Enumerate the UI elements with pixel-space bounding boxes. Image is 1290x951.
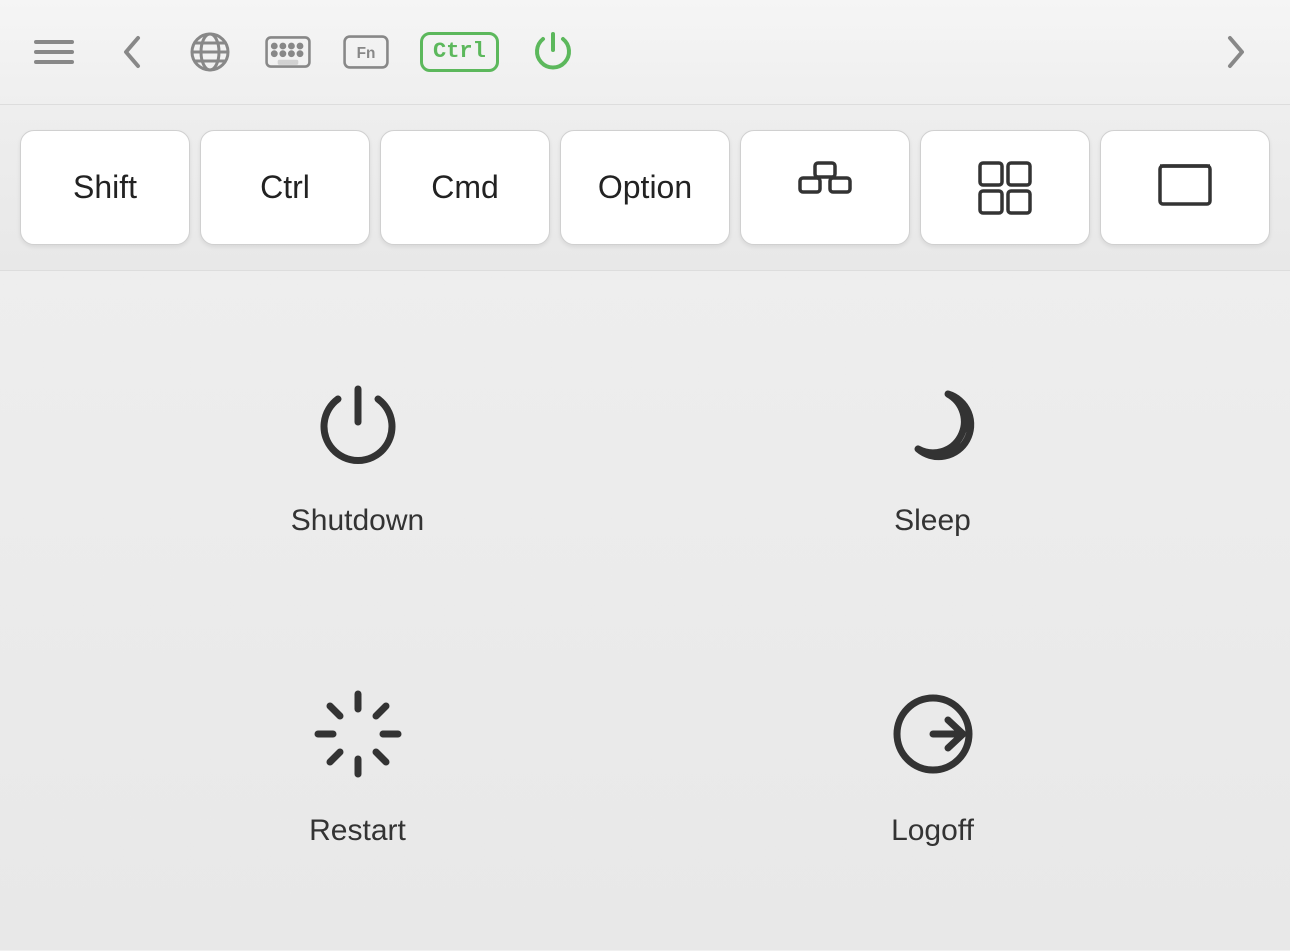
fn-key-icon[interactable]: Fn: [342, 28, 390, 76]
cmd-key-button[interactable]: Cmd: [380, 130, 550, 245]
logoff-action[interactable]: Logoff: [883, 684, 983, 848]
shutdown-label: Shutdown: [291, 504, 424, 538]
shutdown-action[interactable]: Shutdown: [291, 374, 424, 538]
sleep-action[interactable]: Sleep: [883, 374, 983, 538]
toolbar: Fn Ctrl: [0, 0, 1290, 105]
app-windows-key-button[interactable]: [920, 130, 1090, 245]
globe-icon[interactable]: [186, 28, 234, 76]
ctrl-key-icon[interactable]: Ctrl: [420, 32, 499, 72]
power-icon[interactable]: [529, 28, 577, 76]
chevron-right-icon[interactable]: [1212, 28, 1260, 76]
sleep-label: Sleep: [894, 504, 971, 538]
mission-control-key-button[interactable]: [740, 130, 910, 245]
option-key-button[interactable]: Option: [560, 130, 730, 245]
key-row: Shift Ctrl Cmd Option: [0, 105, 1290, 271]
chevron-left-icon[interactable]: [108, 28, 156, 76]
hamburger-menu-button[interactable]: [30, 28, 78, 76]
svg-text:Fn: Fn: [357, 45, 376, 62]
shift-key-button[interactable]: Shift: [20, 130, 190, 245]
restart-label: Restart: [309, 814, 406, 848]
ctrl-key-button[interactable]: Ctrl: [200, 130, 370, 245]
main-content: Shutdown Sleep Restart Logoff: [0, 271, 1290, 951]
ctrl-key-label: Ctrl: [420, 32, 499, 72]
logoff-label: Logoff: [891, 814, 974, 848]
restart-action[interactable]: Restart: [308, 684, 408, 848]
keyboard-icon[interactable]: [264, 28, 312, 76]
desktop-key-button[interactable]: [1100, 130, 1270, 245]
